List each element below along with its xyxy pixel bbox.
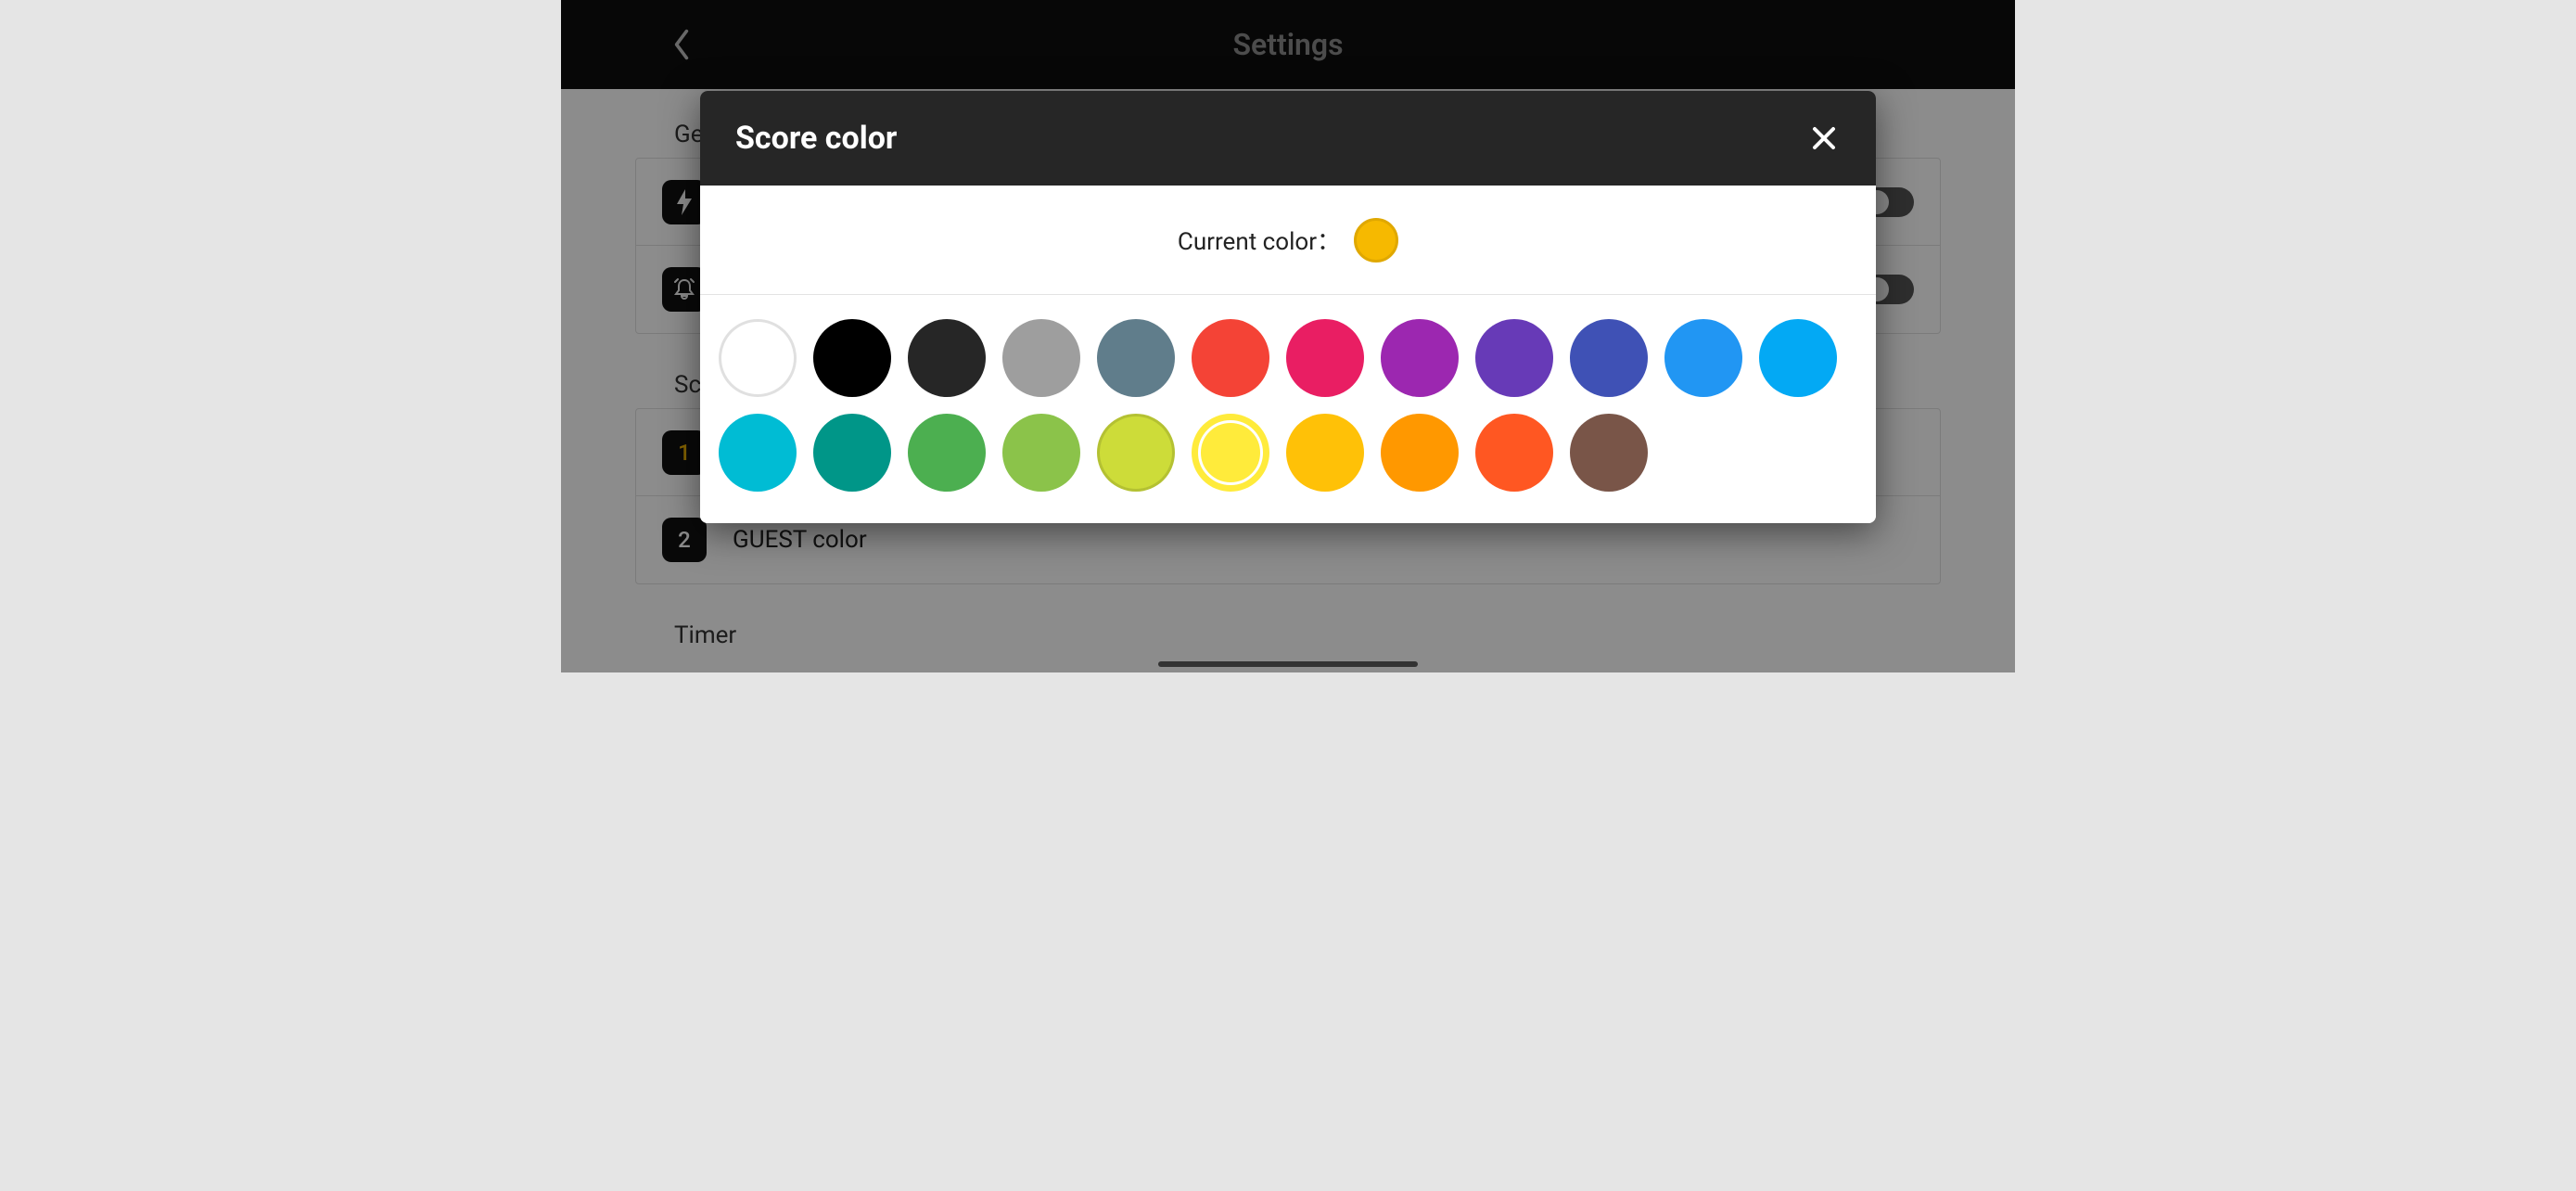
color-swatch[interactable] xyxy=(813,414,891,492)
color-swatch[interactable] xyxy=(1570,319,1648,397)
color-swatch[interactable] xyxy=(1002,319,1080,397)
current-color-label: Current color： xyxy=(1178,223,1341,257)
color-swatch[interactable] xyxy=(908,414,986,492)
color-swatch[interactable] xyxy=(1286,414,1364,492)
close-button[interactable] xyxy=(1796,91,1852,186)
color-swatch[interactable] xyxy=(1475,414,1553,492)
color-swatch[interactable] xyxy=(1192,319,1269,397)
modal-header: Score color xyxy=(700,91,1876,186)
current-color-swatch xyxy=(1354,218,1398,263)
close-icon xyxy=(1811,125,1837,151)
color-swatch[interactable] xyxy=(1002,414,1080,492)
color-swatch[interactable] xyxy=(1097,414,1175,492)
color-swatch[interactable] xyxy=(1286,319,1364,397)
color-swatch[interactable] xyxy=(1664,319,1742,397)
score-color-modal: Score color Current color： xyxy=(700,91,1876,523)
color-swatch-grid xyxy=(700,295,1876,523)
modal-body: Current color： xyxy=(700,186,1876,523)
color-swatch[interactable] xyxy=(1192,414,1269,492)
color-swatch[interactable] xyxy=(1097,319,1175,397)
current-color-row: Current color： xyxy=(700,186,1876,295)
color-swatch[interactable] xyxy=(1475,319,1553,397)
color-swatch[interactable] xyxy=(1759,319,1837,397)
color-swatch[interactable] xyxy=(1570,414,1648,492)
home-indicator xyxy=(1158,661,1418,667)
modal-title: Score color xyxy=(735,120,897,157)
color-swatch[interactable] xyxy=(1381,319,1459,397)
color-swatch[interactable] xyxy=(908,319,986,397)
color-swatch[interactable] xyxy=(1381,414,1459,492)
color-swatch[interactable] xyxy=(719,319,797,397)
color-swatch[interactable] xyxy=(813,319,891,397)
color-swatch[interactable] xyxy=(719,414,797,492)
